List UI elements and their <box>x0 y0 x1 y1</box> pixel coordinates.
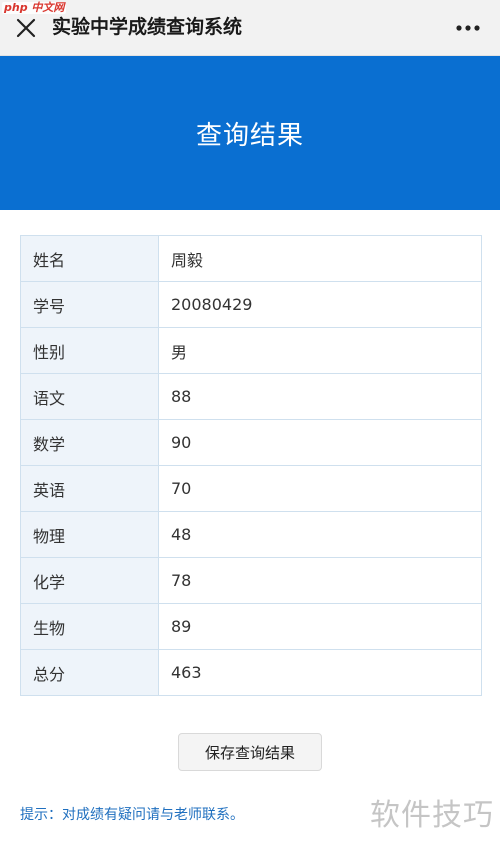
table-row: 物理 48 <box>20 511 482 558</box>
result-banner: 查询结果 <box>0 56 500 210</box>
row-label: 语文 <box>20 373 159 420</box>
row-value: 88 <box>158 373 482 420</box>
more-icon <box>456 25 480 31</box>
row-label: 化学 <box>20 557 159 604</box>
row-value: 48 <box>158 511 482 558</box>
window-title: 实验中学成绩查询系统 <box>52 16 243 38</box>
table-row: 数学 90 <box>20 419 482 466</box>
row-label: 数学 <box>20 419 159 466</box>
table-row: 生物 89 <box>20 603 482 650</box>
row-value: 20080429 <box>158 281 482 328</box>
row-label: 姓名 <box>20 235 159 282</box>
row-value: 90 <box>158 419 482 466</box>
more-button[interactable] <box>450 12 486 44</box>
hint-text: 提示：对成绩有疑问请与老师联系。 <box>20 807 244 823</box>
row-value: 周毅 <box>158 235 482 282</box>
table-row: 性别 男 <box>20 327 482 374</box>
row-value: 男 <box>158 327 482 374</box>
banner-title: 查询结果 <box>195 120 304 151</box>
table-row: 化学 78 <box>20 557 482 604</box>
row-value: 463 <box>158 649 482 696</box>
close-icon <box>16 18 36 38</box>
table-row: 总分 463 <box>20 649 482 696</box>
save-results-button[interactable]: 保存查询结果 <box>178 733 322 771</box>
result-table: 姓名 周毅 学号 20080429 性别 男 语文 88 数学 90 英语 70… <box>20 235 482 696</box>
row-label: 性别 <box>20 327 159 374</box>
row-label: 学号 <box>20 281 159 328</box>
table-row: 英语 70 <box>20 465 482 512</box>
row-value: 78 <box>158 557 482 604</box>
watermark-text: 软件技巧 <box>370 798 494 833</box>
table-row: 语文 88 <box>20 373 482 420</box>
row-label: 总分 <box>20 649 159 696</box>
row-label: 生物 <box>20 603 159 650</box>
table-row: 姓名 周毅 <box>20 235 482 282</box>
row-label: 物理 <box>20 511 159 558</box>
close-button[interactable] <box>8 10 44 46</box>
row-label: 英语 <box>20 465 159 512</box>
top-bar: php 中文网 实验中学成绩查询系统 <box>0 0 500 56</box>
table-row: 学号 20080429 <box>20 281 482 328</box>
row-value: 89 <box>158 603 482 650</box>
row-value: 70 <box>158 465 482 512</box>
